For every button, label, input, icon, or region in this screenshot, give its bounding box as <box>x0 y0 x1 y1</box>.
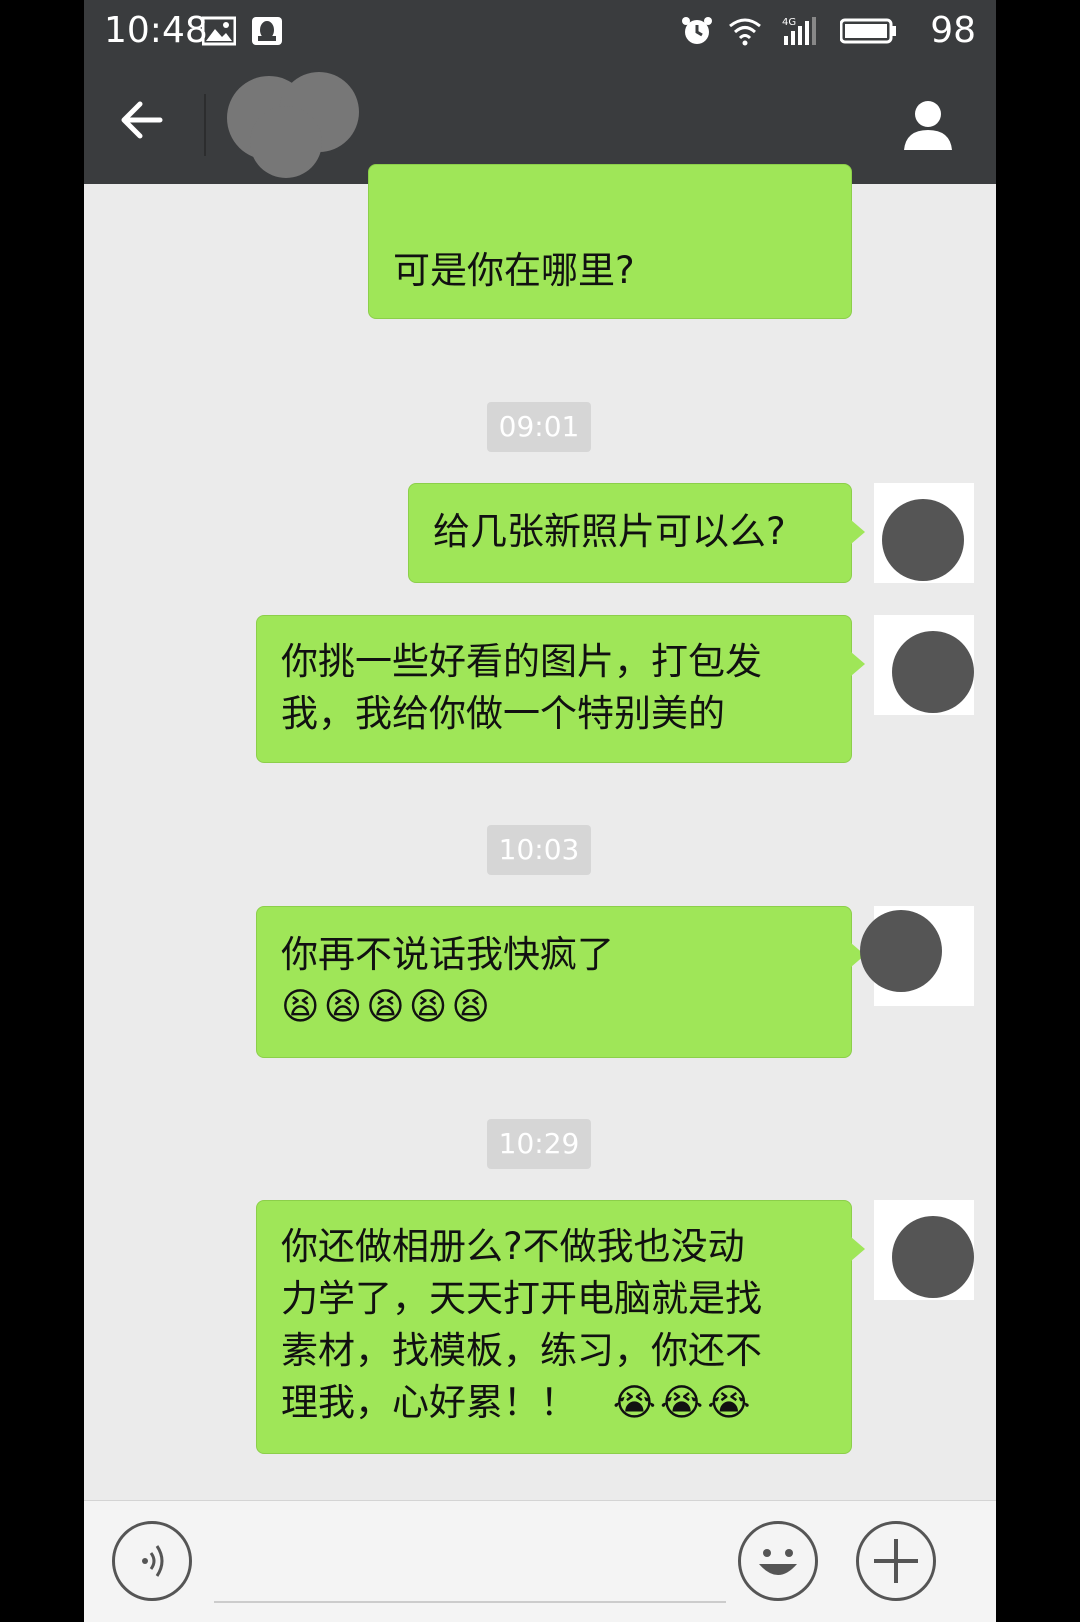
message-timestamp: 10:03 <box>487 825 591 875</box>
alarm-icon <box>682 17 712 44</box>
title-divider <box>204 94 206 156</box>
plus-icon <box>874 1539 918 1583</box>
smiley-icon <box>759 1549 797 1575</box>
message-bubble[interactable]: 你挑一些好看的图片，打包发 我，我给你做一个特别美的 <box>256 615 865 763</box>
message-input[interactable] <box>214 1551 726 1603</box>
message-line: 我，我给你做一个特别美的 <box>281 692 725 735</box>
message-line: 你挑一些好看的图片，打包发 <box>281 640 762 683</box>
more-button[interactable] <box>856 1521 936 1601</box>
crying-emoji: 😭 <box>660 1381 704 1424</box>
battery-icon <box>840 18 896 44</box>
avatar-image <box>860 910 942 992</box>
message-line: 你还做相册么?不做我也没动 <box>281 1225 745 1268</box>
avatar[interactable] <box>874 615 974 715</box>
message-timestamp: 09:01 <box>487 402 591 452</box>
grimace-emoji: 😫 <box>408 985 448 1028</box>
contact-name-redacted <box>227 72 359 178</box>
message-timestamp: 10:29 <box>487 1119 591 1169</box>
grimace-emoji: 😫 <box>366 985 405 1028</box>
avatar[interactable] <box>860 906 974 1006</box>
chat-screen: 10:48 4G 98 可是你在哪里? 09:01 给几张新照片可以么? 你挑一… <box>84 0 996 1622</box>
message-line-last: 理我，心好累！！ 😭 😭 😭 <box>281 1377 827 1429</box>
message-bubble[interactable]: 可是你在哪里? <box>368 164 852 319</box>
message-text: 可是你在哪里? <box>393 249 635 292</box>
message-line: 力学了，天天打开电脑就是找 <box>281 1277 762 1320</box>
message-line: 理我，心好累！！ <box>281 1381 577 1424</box>
voice-icon <box>142 1545 164 1577</box>
emoji-row: 😫 😫 😫 😫 😫 <box>281 981 827 1033</box>
status-time: 10:48 <box>104 10 208 51</box>
timestamp-text: 09:01 <box>498 410 580 443</box>
message-list[interactable]: 可是你在哪里? 09:01 给几张新照片可以么? 你挑一些好看的图片，打包发 我… <box>84 164 996 1500</box>
grimace-emoji: 😫 <box>323 985 363 1028</box>
message-text: 给几张新照片可以么? <box>433 510 786 553</box>
person-icon[interactable] <box>898 94 958 154</box>
avatar[interactable] <box>874 483 974 583</box>
grimace-emoji: 😫 <box>281 985 320 1028</box>
avatar[interactable] <box>874 1200 974 1300</box>
arrow-left-icon[interactable] <box>112 90 172 150</box>
image-icon <box>202 16 236 46</box>
voice-button[interactable] <box>112 1521 192 1601</box>
qq-icon <box>252 17 282 45</box>
network-label: 4G <box>782 17 796 28</box>
crying-emoji: 😭 <box>612 1381 656 1424</box>
avatar-image <box>892 631 974 713</box>
battery-level: 98 <box>930 10 976 51</box>
timestamp-text: 10:29 <box>498 1127 580 1160</box>
crying-emoji: 😭 <box>707 1381 751 1424</box>
avatar-image <box>882 499 964 581</box>
message-text: 你再不说话我快疯了 <box>281 933 614 976</box>
signal-icon: 4G <box>782 17 816 45</box>
wifi-icon <box>729 18 761 46</box>
message-line: 素材，找模板，练习，你还不 <box>281 1329 762 1372</box>
status-bar: 10:48 4G 98 <box>84 0 996 64</box>
avatar-image <box>892 1216 974 1298</box>
input-bar <box>84 1500 996 1622</box>
emoji-button[interactable] <box>738 1521 818 1601</box>
emoji-row: 😭 😭 😭 <box>613 1381 755 1424</box>
timestamp-text: 10:03 <box>498 833 580 866</box>
grimace-emoji: 😫 <box>451 985 490 1028</box>
top-bar: 10:48 4G 98 <box>84 0 996 184</box>
message-bubble[interactable]: 给几张新照片可以么? <box>408 483 865 583</box>
message-bubble[interactable]: 你再不说话我快疯了 😫 😫 😫 😫 😫 <box>256 906 865 1058</box>
message-bubble[interactable]: 你还做相册么?不做我也没动 力学了，天天打开电脑就是找 素材，找模板，练习，你还… <box>256 1200 865 1454</box>
